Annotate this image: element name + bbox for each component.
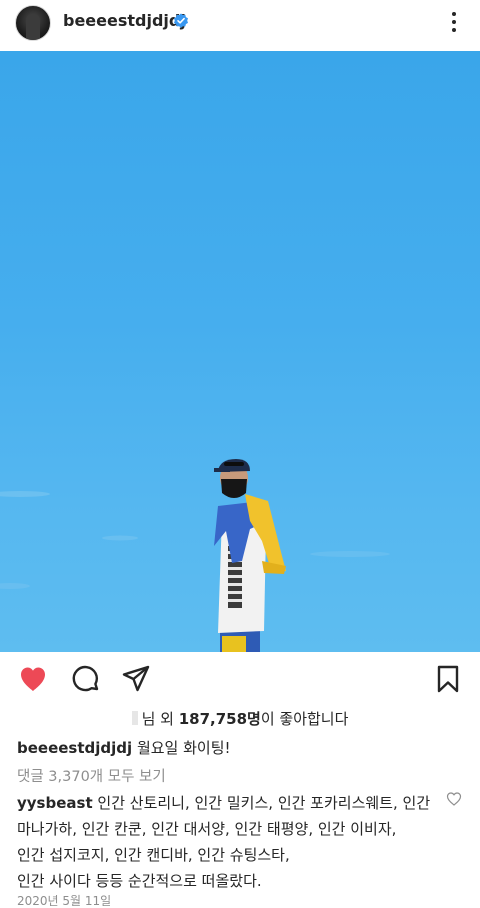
comment-like-heart-icon[interactable] — [446, 791, 462, 807]
like-count[interactable]: 님 외 187,758명이 좋아합니다 — [0, 708, 480, 729]
heart-icon-filled[interactable] — [18, 664, 48, 694]
top-comment: yysbeast 인간 산토리니, 인간 밀키스, 인간 포카리스웨트, 인간 … — [17, 790, 437, 894]
liker-avatar — [131, 711, 138, 725]
comment-line-2: 마나가하, 인간 칸쿤, 인간 대서양, 인간 태평양, 인간 이비자, — [17, 820, 397, 838]
post-caption: beeeestdjdjdj 월요일 화이팅! — [17, 738, 231, 758]
comment-icon[interactable] — [71, 664, 101, 694]
post-header: beeeestdjdjdj — [0, 0, 480, 46]
share-icon[interactable] — [121, 664, 151, 694]
comment-line-4: 인간 사이다 등등 순간적으로 떠올랐다. — [17, 872, 262, 890]
more-vertical-icon[interactable] — [444, 11, 464, 33]
profile-avatar[interactable] — [15, 5, 51, 41]
caption-username[interactable]: beeeestdjdjdj — [17, 739, 132, 757]
likes-suffix: 이 좋아합니다 — [260, 710, 349, 728]
comment-line-1: 인간 산토리니, 인간 밀키스, 인간 포카리스웨트, 인간 — [97, 794, 431, 812]
caption-text: 월요일 화이팅! — [136, 739, 231, 757]
post-image[interactable] — [0, 51, 480, 652]
username[interactable]: beeeestdjdjdj — [63, 11, 186, 30]
verified-badge-icon — [174, 13, 188, 28]
likes-count: 187,758명 — [178, 710, 261, 728]
view-all-comments-link[interactable]: 댓글 3,370개 모두 보기 — [17, 765, 166, 786]
bookmark-icon[interactable] — [433, 664, 463, 694]
comment-username[interactable]: yysbeast — [17, 794, 93, 812]
post-image-illustration — [0, 459, 390, 652]
likes-prefix: 님 외 — [141, 710, 179, 728]
action-bar — [0, 656, 480, 700]
post-date: 2020년 5월 11일 — [17, 894, 112, 908]
person-figure — [214, 459, 286, 652]
comment-line-3: 인간 섭지코지, 인간 캔디바, 인간 슈팅스타, — [17, 846, 290, 864]
